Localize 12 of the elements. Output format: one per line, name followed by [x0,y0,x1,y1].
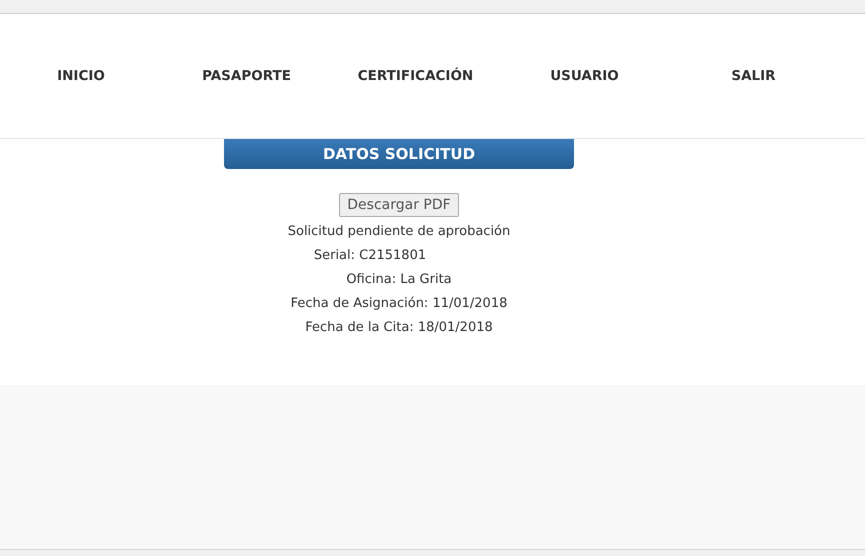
section-title: DATOS SOLICITUD [322,145,476,163]
nav-link[interactable]: INICIO [57,68,105,84]
nav-link[interactable]: USUARIO [550,68,619,84]
nav-link[interactable]: SALIR [731,68,776,84]
status-text: Solicitud pendiente de aprobación [288,223,510,241]
detail-text: Fecha de Asignación: 11/01/2018 [290,295,508,313]
nav-link[interactable]: CERTIFICACIÓN [358,68,474,84]
download-button[interactable]: Descargar PDF [339,193,459,217]
nav-link[interactable]: PASAPORTE [202,68,291,84]
detail-text: Fecha de la Cita: 18/01/2018 [305,319,493,337]
detail-text: Serial: C2151801 [314,247,428,265]
detail-text: Oficina: La Grita [346,271,452,289]
